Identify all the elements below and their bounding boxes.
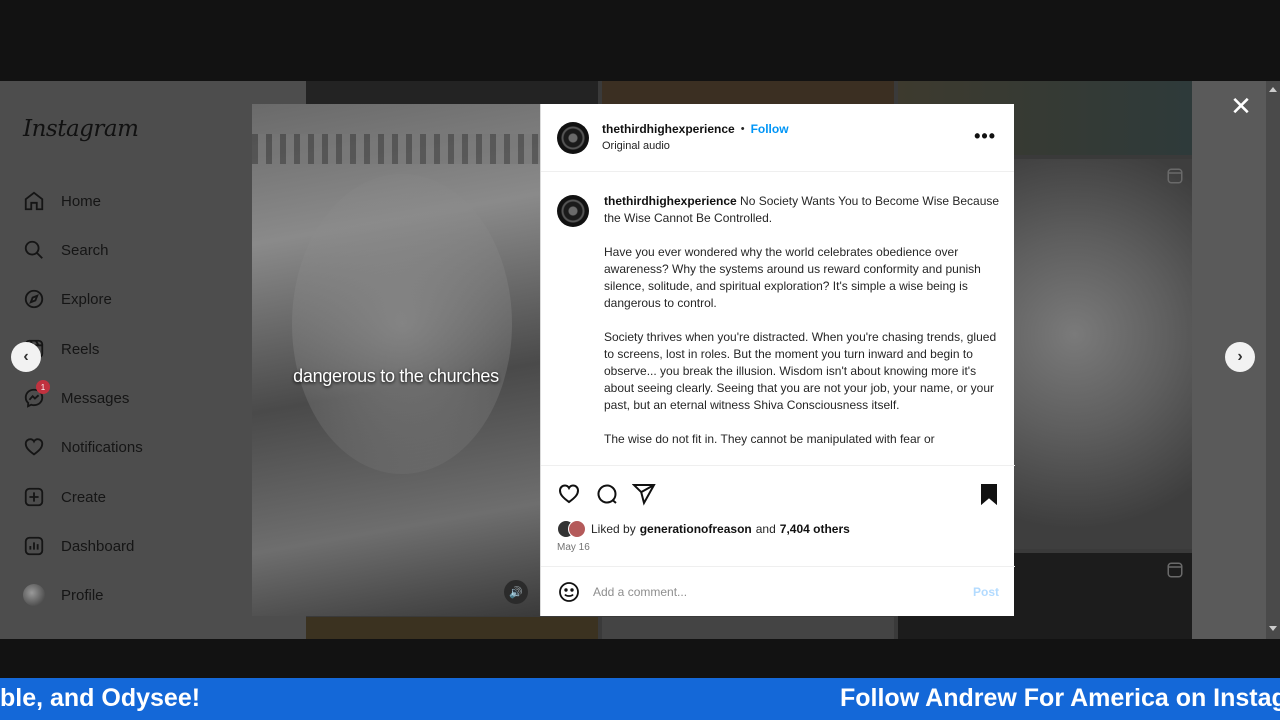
post-date[interactable]: May 16 [557,542,590,553]
sidebar-item-messages[interactable]: 1 Messages [22,380,130,413]
avatar [568,520,586,538]
reel-video[interactable]: dangerous to the churches 🔊 [252,104,540,616]
sidebar-item-label: Create [61,488,107,506]
author-username[interactable]: thethirdhighexperience [602,122,735,136]
plus-square-icon [22,485,46,509]
reels-icon [1167,562,1183,578]
action-bar: Liked by generationofreason and 7,404 ot… [541,465,1015,567]
chevron-right-icon: › [1237,348,1243,365]
sidebar-item-label: Home [61,192,102,210]
emoji-icon[interactable] [557,580,581,604]
close-icon[interactable]: ✕ [1230,93,1252,119]
caption-area: thethirdhighexperience No Society Wants … [541,173,1015,465]
separator-dot: • [740,123,745,135]
dashboard-icon [22,534,46,558]
top-letterbox [0,0,1280,81]
sidebar-item-label: Search [61,241,109,259]
liked-by-and: and [755,522,776,536]
ticker-text-right: Follow Andrew For America on Instag [840,684,1280,712]
speaker-icon: 🔊 [509,586,523,599]
sidebar-item-label: Profile [61,586,104,604]
reels-icon [1167,168,1183,184]
post-panel: thethirdhighexperience • Follow Original… [540,104,1015,616]
caption-username[interactable]: thethirdhighexperience [604,194,737,208]
search-icon [22,238,46,262]
post-modal: dangerous to the churches 🔊 thethirdhigh… [252,104,1015,616]
like-heart-icon[interactable] [557,482,581,506]
compass-icon [22,287,46,311]
comment-bar: Post [541,567,1015,616]
sidebar-item-explore[interactable]: Explore [22,284,112,314]
home-icon [22,189,46,213]
instagram-logo[interactable]: Instagram [23,116,139,142]
likes-count[interactable]: 7,404 others [780,522,850,536]
bottom-letterbox [0,639,1280,678]
video-face-shade [292,174,512,474]
caption-text: thethirdhighexperience No Society Wants … [604,193,1004,465]
follow-button[interactable]: Follow [751,122,789,136]
sidebar-item-profile[interactable]: Profile [22,580,104,610]
post-header: thethirdhighexperience • Follow Original… [541,104,1014,172]
grid-tile [602,81,894,104]
sidebar-item-label: Notifications [61,438,143,456]
caption-paragraph: The wise do not fit in. They cannot be m… [604,432,935,446]
liked-by-prefix: Liked by [591,522,636,536]
post-comment-button[interactable]: Post [973,585,999,599]
sidebar-item-dashboard[interactable]: Dashboard [22,531,134,561]
audio-label[interactable]: Original audio [602,140,670,152]
caption-paragraph: Have you ever wondered why the world cel… [604,245,981,310]
more-options-icon[interactable]: ••• [974,126,996,147]
scroll-up-icon[interactable] [1269,87,1277,92]
sidebar-item-search[interactable]: Search [22,235,109,265]
messenger-icon: 1 [22,380,50,410]
avatar[interactable] [557,195,589,227]
scroll-down-icon[interactable] [1269,626,1277,631]
share-icon[interactable] [632,482,656,506]
sidebar-item-create[interactable]: Create [22,482,106,512]
ticker-text-left: ble, and Odysee! [0,684,201,712]
sidebar-item-label: Messages [61,389,130,407]
chevron-left-icon: ‹ [23,348,29,365]
messages-badge: 1 [36,380,50,394]
next-post-button[interactable]: › [1225,342,1255,372]
sidebar-item-label: Dashboard [61,537,135,555]
previous-post-button[interactable]: ‹ [11,342,41,372]
likes-line: Liked by generationofreason and 7,404 ot… [557,520,850,538]
profile-icon-wrap [22,583,46,607]
caption-paragraph: Society thrives when you're distracted. … [604,330,997,412]
liked-by-user[interactable]: generationofreason [640,522,752,536]
comment-input[interactable] [593,584,953,599]
author-line: thethirdhighexperience • Follow [602,122,789,136]
grid-tile [306,81,598,104]
sidebar-item-label: Reels [61,340,100,358]
avatar[interactable] [557,122,589,154]
heart-icon [22,435,46,459]
page-scrollbar[interactable] [1266,81,1280,639]
grid-tile [602,617,894,639]
news-ticker: ble, and Odysee! Follow Andrew For Ameri… [0,678,1280,720]
sidebar-item-notifications[interactable]: Notifications [22,432,143,462]
video-caption: dangerous to the churches [293,366,499,386]
comment-icon[interactable] [595,482,619,506]
avatar [23,584,45,606]
grid-tile [306,617,598,639]
sidebar-item-home[interactable]: Home [22,186,101,216]
bookmark-icon[interactable] [977,482,1001,506]
audio-toggle-button[interactable]: 🔊 [504,580,528,604]
video-crowd-shade [252,134,540,164]
browser-viewport: Instagram Home Search Explore Reels 1 Me… [0,81,1280,639]
sidebar-item-label: Explore [61,290,112,308]
